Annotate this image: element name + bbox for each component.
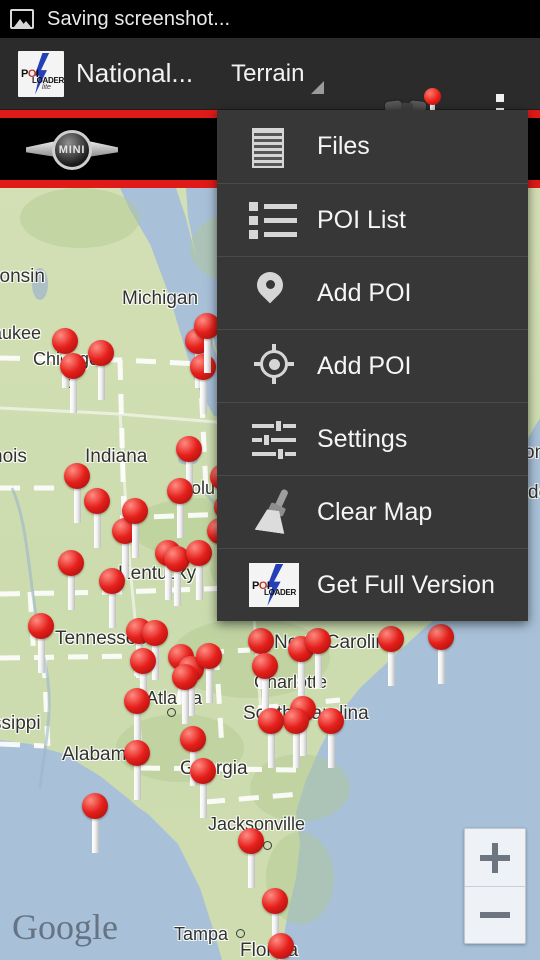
poi-pin-marker[interactable]	[84, 488, 110, 548]
poi-pin-marker[interactable]	[318, 708, 344, 768]
google-attribution: Google	[12, 907, 118, 947]
menu-item-files[interactable]: Files	[217, 110, 528, 183]
status-bar: Saving screenshot...	[0, 0, 540, 38]
mini-brand-logo-icon: MINI	[26, 127, 118, 171]
map-type-label: Terrain	[231, 59, 305, 87]
map-label: ssippi	[0, 713, 41, 734]
menu-item-add-poi-pin[interactable]: Add POI	[217, 256, 528, 329]
overflow-dot-1	[496, 94, 504, 102]
menu-item-poi-list[interactable]: POI List	[217, 183, 528, 256]
minus-icon	[480, 900, 510, 930]
poi-pin-marker[interactable]	[378, 626, 404, 686]
poi-pin-marker[interactable]	[99, 568, 125, 628]
mini-brand-text: MINI	[58, 144, 86, 156]
map-label: consin	[0, 266, 45, 287]
menu-item-get-full-version[interactable]: POI LOADER Get Full Version	[217, 548, 528, 621]
map-label: de	[528, 482, 540, 503]
poi-list-icon	[249, 194, 303, 246]
menu-item-label: POI List	[317, 205, 406, 234]
app-logo-icon: POI LOADER lite	[18, 50, 64, 97]
menu-item-label: Add POI	[317, 278, 412, 307]
status-bar-text: Saving screenshot...	[47, 7, 231, 30]
poi-pin-marker[interactable]	[238, 828, 264, 888]
poi-pin-marker[interactable]	[190, 758, 216, 818]
poi-pin-marker[interactable]	[167, 478, 193, 538]
menu-item-clear-map[interactable]: Clear Map	[217, 475, 528, 548]
poi-pin-marker[interactable]	[88, 340, 114, 400]
action-bar: POI LOADER lite National... Terrain	[0, 38, 540, 134]
map-label: aukee	[0, 323, 42, 343]
menu-item-add-poi-location[interactable]: Add POI	[217, 329, 528, 402]
zoom-out-button[interactable]	[465, 886, 525, 943]
app-logo-text-3: lite	[42, 83, 51, 91]
map-label: Indiana	[85, 446, 148, 467]
poi-pin-marker[interactable]	[258, 708, 284, 768]
menu-item-label: Get Full Version	[317, 570, 495, 599]
menu-item-label: Settings	[317, 424, 408, 453]
poi-pin-marker[interactable]	[428, 624, 454, 684]
overflow-menu[interactable]: Files POI List Add POI Add POI Settings …	[217, 110, 528, 621]
poi-pin-marker[interactable]	[60, 353, 86, 413]
map-zoom-controls[interactable]	[464, 828, 526, 944]
spinner-caret-icon	[311, 80, 325, 94]
poi-loader-logo-icon: POI LOADER	[249, 559, 303, 611]
map-label: Michigan	[122, 288, 199, 309]
poi-pin-marker[interactable]	[172, 664, 198, 724]
zoom-in-button[interactable]	[465, 829, 525, 886]
map-pin-icon	[249, 266, 303, 319]
menu-item-settings[interactable]: Settings	[217, 402, 528, 475]
poi-pin-marker[interactable]	[252, 653, 278, 713]
map-type-spinner[interactable]: Terrain	[231, 38, 330, 110]
app-title: National...	[76, 58, 194, 88]
map-label: nois	[0, 446, 27, 467]
menu-item-label: Files	[317, 132, 370, 160]
poi-pin-marker[interactable]	[122, 498, 148, 558]
map-label: Tampa	[174, 924, 229, 944]
city-dot-icon	[263, 841, 272, 850]
menu-item-label: Add POI	[317, 351, 412, 380]
poi-pin-marker[interactable]	[58, 550, 84, 610]
poi-pin-marker[interactable]	[28, 613, 54, 673]
screenshot-image-icon	[10, 9, 34, 29]
plus-icon	[480, 842, 510, 873]
poi-pin-marker[interactable]	[124, 740, 150, 800]
app-screen: Saving screenshot... POI LOADER lite Nat…	[0, 0, 540, 960]
poi-pin-marker[interactable]	[196, 643, 222, 703]
menu-item-label: Clear Map	[317, 497, 433, 526]
my-location-crosshair-icon	[249, 340, 303, 392]
poi-pin-marker[interactable]	[82, 793, 108, 853]
city-dot-icon	[236, 929, 245, 938]
poi-pin-marker[interactable]	[305, 628, 331, 688]
poi-pin-marker[interactable]	[268, 933, 294, 960]
poi-pin-marker[interactable]	[283, 708, 309, 768]
poi-pin-marker[interactable]	[124, 688, 150, 748]
sliders-settings-icon	[249, 413, 303, 465]
files-icon	[249, 121, 303, 173]
broom-icon	[249, 486, 303, 538]
